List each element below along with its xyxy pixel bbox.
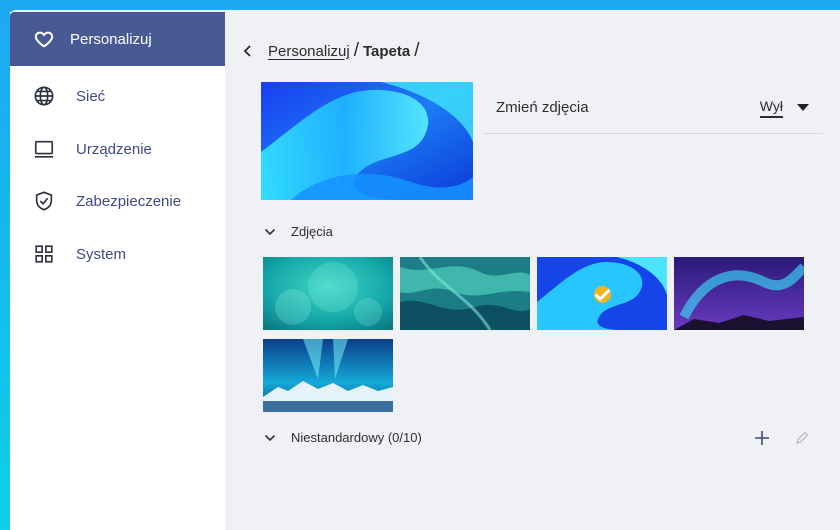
- sidebar-item-network[interactable]: Sieć: [10, 69, 225, 123]
- change-photos-setting: Zmień zdjęcia Wył: [483, 82, 823, 134]
- breadcrumb-separator: /: [353, 40, 359, 61]
- wallpaper-thumbnail-selected[interactable]: [537, 257, 667, 330]
- wallpaper-thumbnail[interactable]: [263, 339, 393, 412]
- selected-check-icon: [594, 286, 611, 303]
- chevron-down-icon: [263, 431, 277, 445]
- sidebar-item-label: Zabezpieczenie: [76, 192, 182, 210]
- breadcrumb-parent-link[interactable]: Personalizuj: [268, 43, 350, 60]
- heart-icon: [33, 28, 55, 50]
- sidebar: Personalizuj Sieć Urządzenie Zabezpiecze…: [10, 12, 225, 530]
- shield-check-icon: [33, 190, 55, 212]
- sidebar-item-label: Personalizuj: [70, 30, 152, 48]
- monitor-icon: [33, 138, 55, 160]
- sidebar-item-label: Sieć: [76, 87, 106, 105]
- sidebar-item-label: Urządzenie: [76, 140, 152, 158]
- grid-icon: [33, 243, 55, 265]
- caret-down-icon: [797, 104, 809, 111]
- add-icon[interactable]: [754, 430, 770, 446]
- sidebar-item-label: System: [76, 245, 127, 263]
- back-chevron-icon[interactable]: [240, 43, 256, 59]
- custom-section-header[interactable]: Niestandardowy (0/10): [263, 430, 422, 445]
- current-wallpaper-preview: [261, 82, 473, 200]
- main-panel: Personalizuj / Tapeta / Zmień zdjęcia Wy…: [225, 12, 840, 530]
- sidebar-item-security[interactable]: Zabezpieczenie: [10, 174, 225, 228]
- wallpaper-thumbnail[interactable]: [400, 257, 530, 330]
- custom-section-label: Niestandardowy (0/10): [291, 430, 422, 445]
- sidebar-item-device[interactable]: Urządzenie: [10, 122, 225, 176]
- dropdown-value: Wył: [759, 98, 783, 118]
- photos-section-header[interactable]: Zdjęcia: [263, 224, 333, 239]
- change-photos-dropdown[interactable]: Wył: [759, 98, 809, 118]
- wallpaper-thumbnail[interactable]: [674, 257, 804, 330]
- wallpaper-thumbnail[interactable]: [263, 257, 393, 330]
- photos-section-label: Zdjęcia: [291, 224, 333, 239]
- edit-pencil-icon[interactable]: [794, 430, 810, 446]
- change-photos-label: Zmień zdjęcia: [496, 99, 589, 116]
- custom-actions: [754, 430, 810, 446]
- globe-icon: [33, 85, 55, 107]
- breadcrumb-current: Tapeta: [363, 42, 411, 60]
- window-edge: [0, 12, 10, 530]
- breadcrumb: Personalizuj / Tapeta /: [240, 40, 424, 62]
- chevron-down-icon: [263, 225, 277, 239]
- breadcrumb-separator-trailing: /: [414, 40, 420, 61]
- sidebar-item-system[interactable]: System: [10, 227, 225, 281]
- sidebar-item-personalize[interactable]: Personalizuj: [10, 12, 225, 66]
